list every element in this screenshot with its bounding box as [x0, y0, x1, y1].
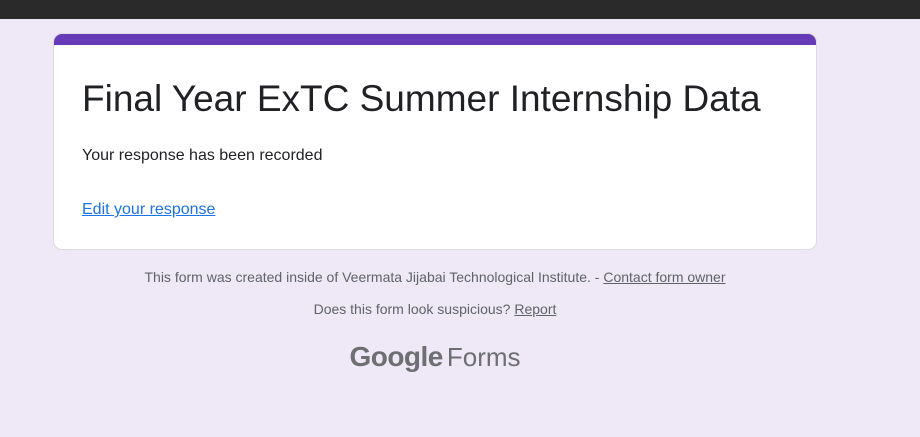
confirmation-card: Final Year ExTC Summer Internship Data Y…: [53, 33, 817, 250]
google-forms-logo[interactable]: Google Forms: [0, 341, 870, 373]
footer-created-text: This form was created inside of Veermata…: [144, 269, 604, 285]
form-title: Final Year ExTC Summer Internship Data: [82, 78, 761, 119]
confirmation-message: Your response has been recorded: [82, 147, 323, 164]
footer-suspicious-text: Does this form look suspicious?: [313, 301, 515, 317]
browser-top-bar: [0, 0, 920, 19]
logo-product: Forms: [446, 342, 521, 372]
contact-owner-link[interactable]: Contact form owner: [603, 269, 725, 285]
card-accent-strip: [54, 34, 816, 45]
footer-created-line: This form was created inside of Veermata…: [0, 269, 870, 285]
logo-brand: Google: [349, 341, 443, 372]
report-link[interactable]: Report: [514, 301, 556, 317]
edit-response-link[interactable]: Edit your response: [82, 201, 215, 219]
footer-suspicious-line: Does this form look suspicious? Report: [0, 301, 870, 317]
